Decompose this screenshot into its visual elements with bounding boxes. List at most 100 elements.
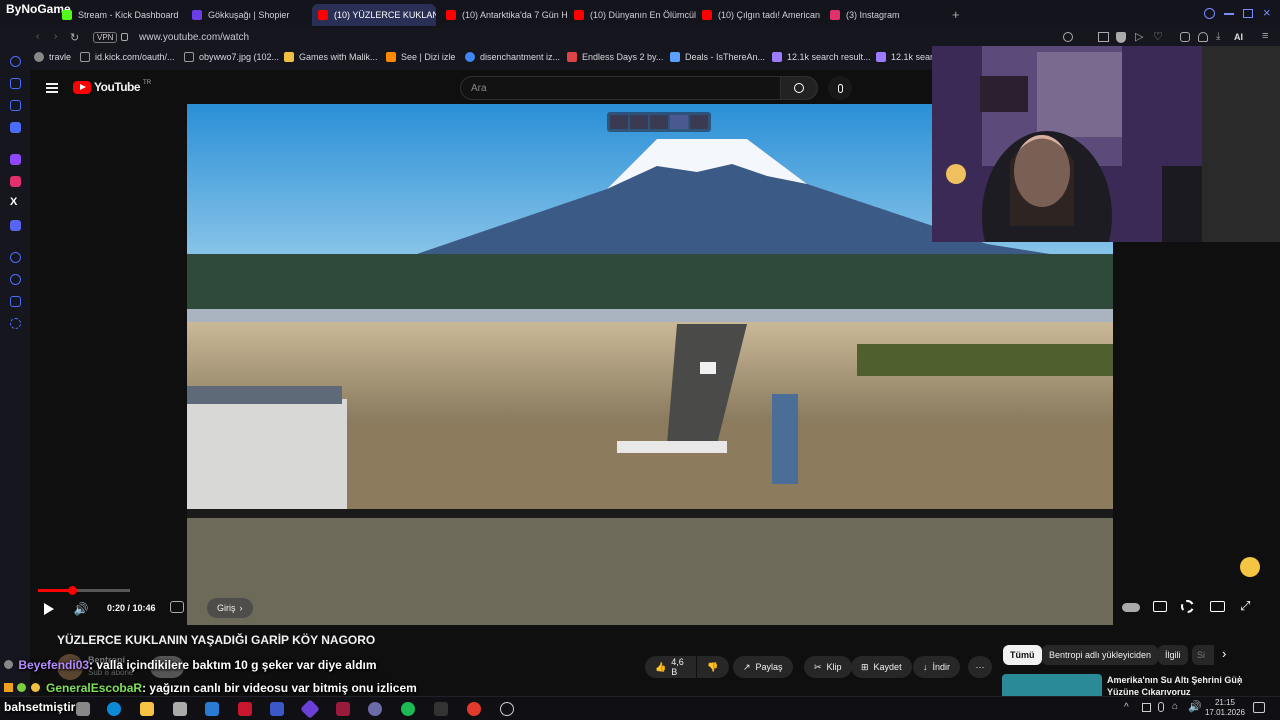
notification-icon[interactable] bbox=[1253, 702, 1265, 713]
discord-icon[interactable] bbox=[10, 220, 21, 231]
forward-icon[interactable]: › bbox=[54, 31, 57, 42]
twitch-icon[interactable] bbox=[10, 154, 21, 165]
bookmark-item[interactable]: id.kick.com/oauth/... bbox=[80, 52, 175, 62]
bookmark-item[interactable]: disenchantment iz... bbox=[465, 52, 560, 62]
store-icon[interactable] bbox=[173, 702, 187, 716]
search-icon[interactable] bbox=[1204, 8, 1215, 19]
tab-american[interactable]: (10) Çılgın tadı! American bbox=[696, 4, 824, 26]
obs-icon[interactable] bbox=[368, 702, 382, 716]
play-button[interactable] bbox=[40, 600, 58, 618]
save-button[interactable]: ⊞ Kaydet bbox=[851, 656, 912, 678]
skip-icon[interactable] bbox=[650, 115, 668, 129]
mail-icon[interactable] bbox=[10, 122, 21, 133]
recommended-title[interactable]: Amerika'nın Su Altı Şehrini Gün bbox=[1107, 675, 1242, 685]
zoom-icon[interactable] bbox=[1063, 32, 1073, 42]
extensions-panel-icon[interactable] bbox=[10, 296, 21, 307]
bookmark-item[interactable]: Games with Malik... bbox=[284, 52, 378, 62]
play-icon[interactable]: ▷ bbox=[1135, 30, 1143, 43]
instagram-icon[interactable] bbox=[10, 176, 21, 187]
app-red-icon[interactable] bbox=[238, 702, 252, 716]
file-explorer-icon[interactable] bbox=[140, 702, 154, 716]
new-tab-button[interactable]: + bbox=[952, 7, 960, 22]
filter-chip-related[interactable]: İlgili bbox=[1158, 645, 1188, 665]
tab-kick-dashboard[interactable]: Stream - Kick Dashboard bbox=[56, 4, 186, 26]
screenshot-icon[interactable] bbox=[1098, 32, 1109, 42]
start-icon[interactable] bbox=[76, 702, 90, 716]
app-circle-icon[interactable] bbox=[500, 702, 514, 716]
autoplay-icon[interactable] bbox=[170, 601, 184, 613]
url-field[interactable]: www.youtube.com/watch bbox=[139, 32, 249, 43]
menu-icon[interactable]: ≡ bbox=[1262, 30, 1268, 42]
back-icon[interactable]: ‹ bbox=[36, 31, 39, 42]
tray-app-icon[interactable] bbox=[1142, 703, 1151, 712]
tray-mic-icon[interactable] bbox=[1158, 702, 1164, 712]
tab-antarktika[interactable]: (10) Antarktika'da 7 Gün H bbox=[440, 4, 568, 26]
vpn-badge[interactable]: VPN bbox=[93, 32, 118, 43]
app-purple-icon[interactable] bbox=[300, 699, 320, 719]
like-button[interactable]: 👍 4,6 B bbox=[645, 656, 696, 678]
tab-active-video[interactable]: (10) YÜZLERCE KUKLANI bbox=[312, 4, 436, 26]
theater-icon[interactable] bbox=[690, 115, 708, 129]
popout-icon[interactable] bbox=[630, 115, 648, 129]
edge-icon[interactable] bbox=[107, 702, 121, 716]
pip-icon[interactable] bbox=[610, 115, 628, 129]
bookmark-item[interactable]: 12.1k searc bbox=[876, 52, 938, 62]
more-actions-button[interactable]: ··· bbox=[968, 656, 992, 678]
search-input[interactable]: Ara bbox=[460, 76, 782, 100]
close-icon[interactable]: × bbox=[1263, 5, 1271, 20]
share-button[interactable]: ↗ Paylaş bbox=[733, 656, 793, 678]
shield-icon[interactable] bbox=[1116, 32, 1126, 43]
autoplay-toggle[interactable] bbox=[1122, 603, 1140, 612]
epic-games-icon[interactable] bbox=[434, 702, 448, 716]
rgx-icon[interactable] bbox=[670, 115, 688, 129]
clock-date[interactable]: 17.01.2026 bbox=[1203, 708, 1247, 717]
chapter-button[interactable]: Giriş › bbox=[207, 598, 253, 618]
x-icon[interactable]: X bbox=[10, 197, 21, 208]
extensions-icon[interactable] bbox=[1180, 32, 1190, 42]
minimize-icon[interactable] bbox=[1224, 13, 1234, 15]
recommended-thumbnail[interactable] bbox=[1002, 674, 1102, 696]
notes-icon[interactable] bbox=[10, 100, 21, 111]
clock-time[interactable]: 21:15 bbox=[1208, 698, 1242, 707]
volume-button[interactable]: 🔊 bbox=[72, 600, 90, 618]
opera-gx-icon[interactable] bbox=[467, 702, 481, 716]
miniplayer-icon[interactable] bbox=[1210, 601, 1225, 612]
chevron-right-icon[interactable]: › bbox=[1222, 646, 1226, 661]
bookmark-item[interactable]: 12.1k search result... bbox=[772, 52, 871, 62]
settings-icon[interactable] bbox=[10, 318, 21, 329]
bookmark-item[interactable]: Deals - IsThereAn... bbox=[670, 52, 765, 62]
bookmark-item[interactable]: travle bbox=[34, 52, 71, 62]
fullscreen-icon[interactable]: ⤢ bbox=[1240, 598, 1250, 614]
clip-button[interactable]: ✂ Klip bbox=[804, 656, 852, 678]
tray-network-icon[interactable]: ⌂ bbox=[1172, 701, 1178, 712]
filter-chip-all[interactable]: Tümü bbox=[1003, 645, 1042, 665]
bookmark-item[interactable]: obywwo7.jpg (102... bbox=[184, 52, 279, 62]
tab-shopier[interactable]: Gökkuşağı | Shopier bbox=[186, 4, 311, 26]
filter-chip-uploader[interactable]: Bentropi adlı yükleyiciden bbox=[1042, 645, 1159, 665]
history-icon[interactable] bbox=[10, 274, 21, 285]
maximize-icon[interactable] bbox=[1243, 9, 1253, 18]
bookmark-item[interactable]: See | Dizi izle bbox=[386, 52, 455, 62]
mail-app-icon[interactable] bbox=[205, 702, 219, 716]
tab-olumcul[interactable]: (10) Dünyanın En Ölümcül bbox=[568, 4, 696, 26]
download-button[interactable]: ↓ İndir bbox=[913, 656, 961, 678]
reload-icon[interactable]: ↻ bbox=[70, 31, 79, 44]
voice-search-button[interactable] bbox=[828, 76, 852, 100]
tab-instagram[interactable]: (3) Instagram bbox=[824, 4, 944, 26]
hamburger-menu-icon[interactable] bbox=[46, 81, 58, 95]
media-icon[interactable] bbox=[10, 252, 21, 263]
tabs-panel-icon[interactable] bbox=[10, 78, 21, 89]
search-button[interactable] bbox=[780, 76, 818, 100]
settings-gear-icon[interactable] bbox=[1181, 600, 1194, 613]
subtitles-icon[interactable] bbox=[1153, 601, 1167, 612]
filter-chip-more[interactable]: Si bbox=[1192, 645, 1214, 665]
profile-icon[interactable] bbox=[1198, 32, 1208, 42]
dislike-button[interactable]: 👎 bbox=[697, 656, 729, 678]
bookmark-item[interactable]: Endless Days 2 by... bbox=[567, 52, 663, 62]
app-blue-icon[interactable] bbox=[270, 702, 284, 716]
more-vertical-icon[interactable]: ⋮ bbox=[1234, 674, 1245, 687]
recommended-title-cont[interactable]: Yüzüne Çıkarıyoruz bbox=[1107, 687, 1191, 695]
youtube-logo[interactable]: YouTube TR bbox=[73, 80, 151, 94]
tray-volume-icon[interactable]: 🔊 bbox=[1188, 700, 1202, 713]
ai-button[interactable]: AI bbox=[1234, 32, 1243, 42]
